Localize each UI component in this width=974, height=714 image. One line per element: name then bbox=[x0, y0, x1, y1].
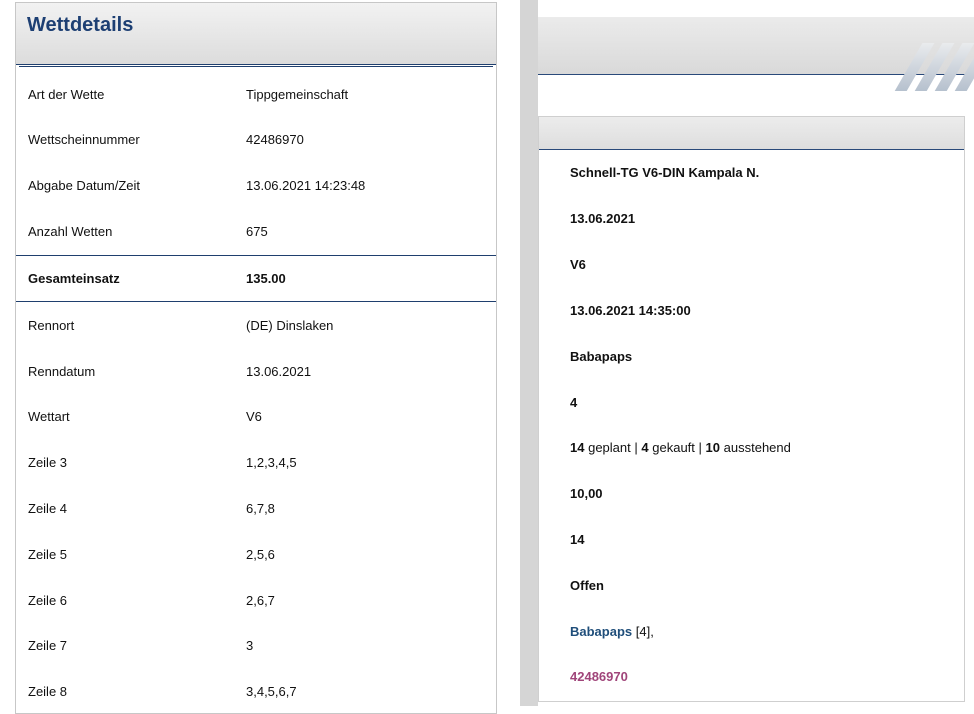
bet-details-modal: Wettdetails Art der Wette Tippgemeinscha… bbox=[15, 2, 497, 714]
row-value: V6 bbox=[246, 409, 262, 424]
detail-row: Renndatum 13.06.2021 bbox=[16, 364, 496, 384]
row-value: 42486970 bbox=[246, 132, 304, 147]
shares-bought-label: gekauft bbox=[652, 440, 695, 455]
tg-ticket: 42486970 bbox=[570, 669, 628, 684]
tg-shares-summary: 14 geplant | 4 gekauft | 10 ausstehend bbox=[570, 440, 791, 455]
row-value: (DE) Dinslaken bbox=[246, 318, 334, 333]
row-value: 13.06.2021 14:23:48 bbox=[246, 178, 366, 193]
row-label: Wettart bbox=[28, 409, 70, 424]
divider bbox=[16, 301, 496, 302]
row-label: Art der Wette bbox=[28, 87, 105, 102]
tg-status: Offen bbox=[570, 578, 604, 593]
total-value: 135.00 bbox=[246, 271, 286, 286]
modal-title: Wettdetails bbox=[27, 14, 134, 36]
tg-count: 4 bbox=[570, 395, 578, 410]
brand-stripes-logo bbox=[894, 43, 974, 91]
tippgemeinschaft-info-panel: Schnell-TG V6-DIN Kampala N. 13.06.2021 … bbox=[538, 116, 965, 702]
shares-pending-label: ausstehend bbox=[723, 440, 791, 455]
detail-row: Anzahl Wetten 675 bbox=[16, 224, 496, 244]
detail-row: Zeile 8 3,4,5,6,7 bbox=[16, 684, 496, 704]
detail-row: Wettscheinnummer 42486970 bbox=[16, 132, 496, 152]
shares-bought: 4 bbox=[641, 440, 649, 455]
total-label: Gesamteinsatz bbox=[28, 271, 120, 286]
detail-row: Zeile 6 2,6,7 bbox=[16, 593, 496, 613]
tg-total-shares: 14 bbox=[570, 532, 585, 547]
member-link[interactable]: Babapaps bbox=[570, 624, 632, 639]
member-count: [4], bbox=[635, 624, 654, 639]
tg-date: 13.06.2021 bbox=[570, 211, 636, 226]
tg-price: 10,00 bbox=[570, 486, 603, 501]
row-label: Renndatum bbox=[28, 364, 96, 379]
total-stake-row: Gesamteinsatz 135.00 bbox=[16, 271, 496, 291]
row-value: 2,6,7 bbox=[246, 593, 275, 608]
divider bbox=[16, 255, 496, 256]
shares-planned-label: geplant bbox=[588, 440, 631, 455]
tg-datetime: 13.06.2021 14:35:00 bbox=[570, 303, 691, 318]
row-label: Zeile 8 bbox=[28, 684, 68, 699]
row-value: 13.06.2021 bbox=[246, 364, 312, 379]
row-label: Zeile 6 bbox=[28, 593, 68, 608]
row-label: Zeile 4 bbox=[28, 501, 68, 516]
shares-separator: | bbox=[698, 440, 702, 455]
detail-row: Zeile 4 6,7,8 bbox=[16, 501, 496, 521]
tg-members: Babapaps [4], bbox=[570, 624, 654, 639]
row-value: 3 bbox=[246, 638, 254, 653]
detail-row: Zeile 7 3 bbox=[16, 638, 496, 658]
detail-row: Abgabe Datum/Zeit 13.06.2021 14:23:48 bbox=[16, 178, 496, 198]
row-value: 2,5,6 bbox=[246, 547, 275, 562]
shares-pending: 10 bbox=[705, 440, 721, 455]
tg-name: Schnell-TG V6-DIN Kampala N. bbox=[570, 165, 760, 180]
row-value: Tippgemeinschaft bbox=[246, 87, 349, 102]
row-value: 6,7,8 bbox=[246, 501, 275, 516]
detail-row: Rennort (DE) Dinslaken bbox=[16, 318, 496, 338]
row-label: Anzahl Wetten bbox=[28, 224, 113, 239]
detail-row: Zeile 5 2,5,6 bbox=[16, 547, 496, 567]
row-value: 3,4,5,6,7 bbox=[246, 684, 297, 699]
panel-header bbox=[539, 117, 964, 150]
row-label: Zeile 7 bbox=[28, 638, 68, 653]
page-header-bar bbox=[538, 17, 974, 91]
shares-separator: | bbox=[634, 440, 638, 455]
detail-row: Wettart V6 bbox=[16, 409, 496, 429]
row-label: Zeile 3 bbox=[28, 455, 68, 470]
tg-organizer: Babapaps bbox=[570, 349, 633, 364]
row-value: 1,2,3,4,5 bbox=[246, 455, 297, 470]
row-value: 675 bbox=[246, 224, 268, 239]
modal-backdrop-gutter bbox=[520, 0, 538, 706]
tg-bet-type: V6 bbox=[570, 257, 586, 272]
detail-row: Art der Wette Tippgemeinschaft bbox=[16, 87, 496, 107]
row-label: Abgabe Datum/Zeit bbox=[28, 178, 141, 193]
row-label: Wettscheinnummer bbox=[28, 132, 140, 147]
row-label: Zeile 5 bbox=[28, 547, 68, 562]
ticket-link[interactable]: 42486970 bbox=[570, 669, 628, 684]
detail-row: Zeile 3 1,2,3,4,5 bbox=[16, 455, 496, 475]
shares-planned: 14 bbox=[570, 440, 585, 455]
row-label: Rennort bbox=[28, 318, 75, 333]
